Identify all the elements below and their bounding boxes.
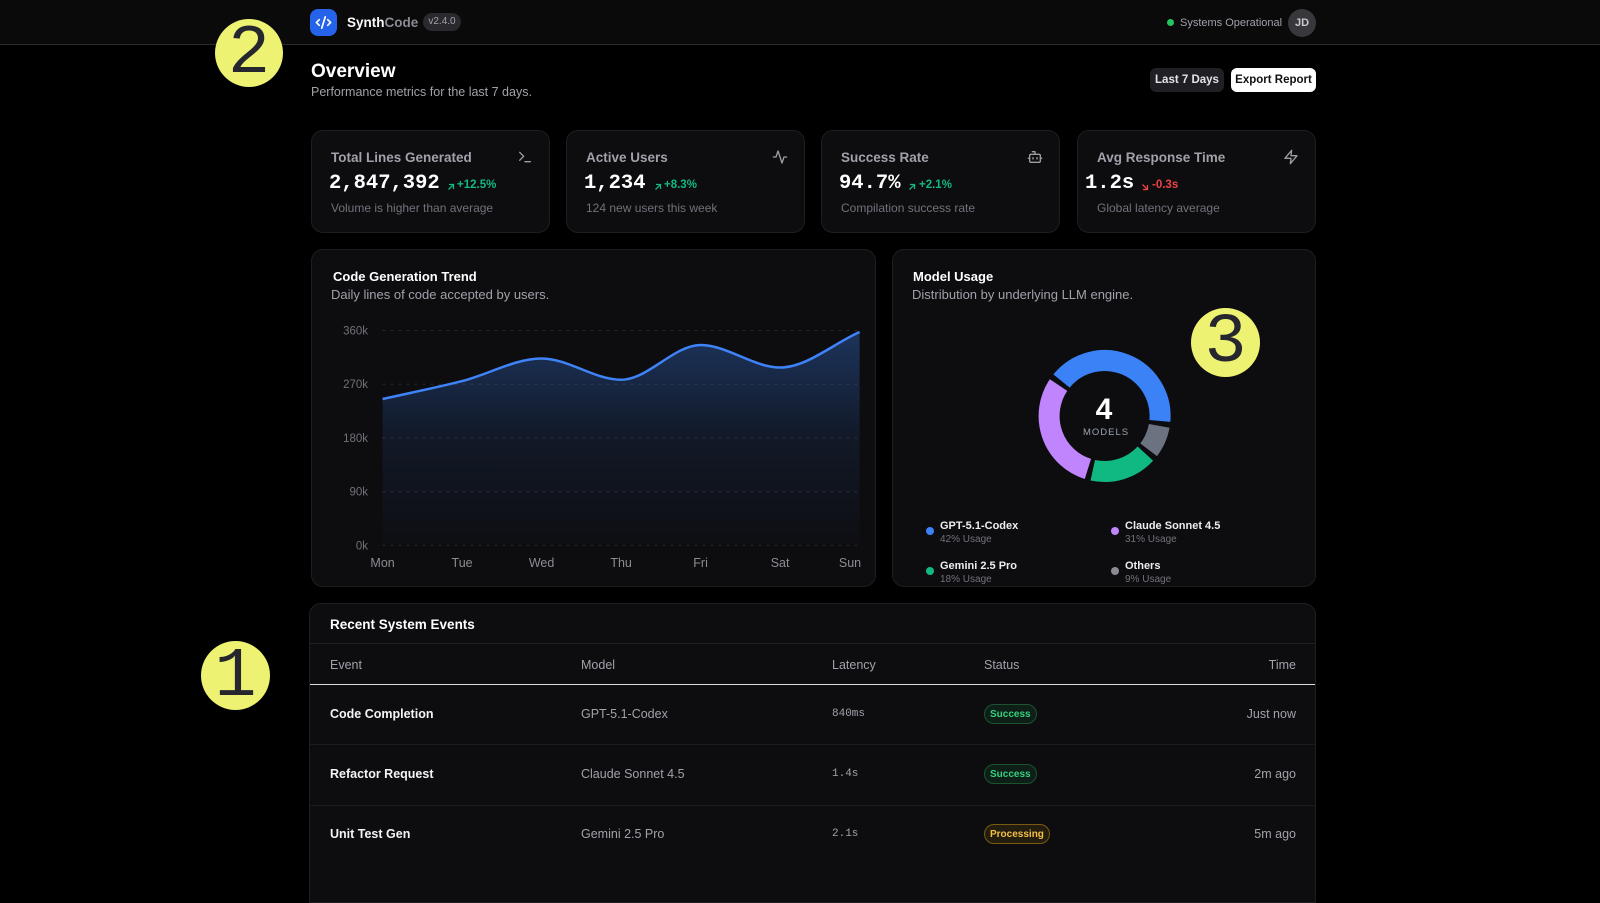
svg-text:Thu: Thu: [610, 556, 632, 570]
svg-text:180k: 180k: [343, 433, 368, 445]
svg-text:Tue: Tue: [452, 556, 473, 570]
svg-text:90k: 90k: [349, 487, 368, 499]
svg-text:Sun: Sun: [839, 556, 861, 570]
svg-text:Sat: Sat: [771, 556, 790, 570]
svg-text:360k: 360k: [343, 326, 368, 338]
svg-text:0k: 0k: [356, 540, 368, 552]
svg-text:Wed: Wed: [529, 556, 555, 570]
svg-text:Fri: Fri: [693, 556, 708, 570]
svg-text:270k: 270k: [343, 379, 368, 391]
svg-text:Mon: Mon: [370, 556, 394, 570]
